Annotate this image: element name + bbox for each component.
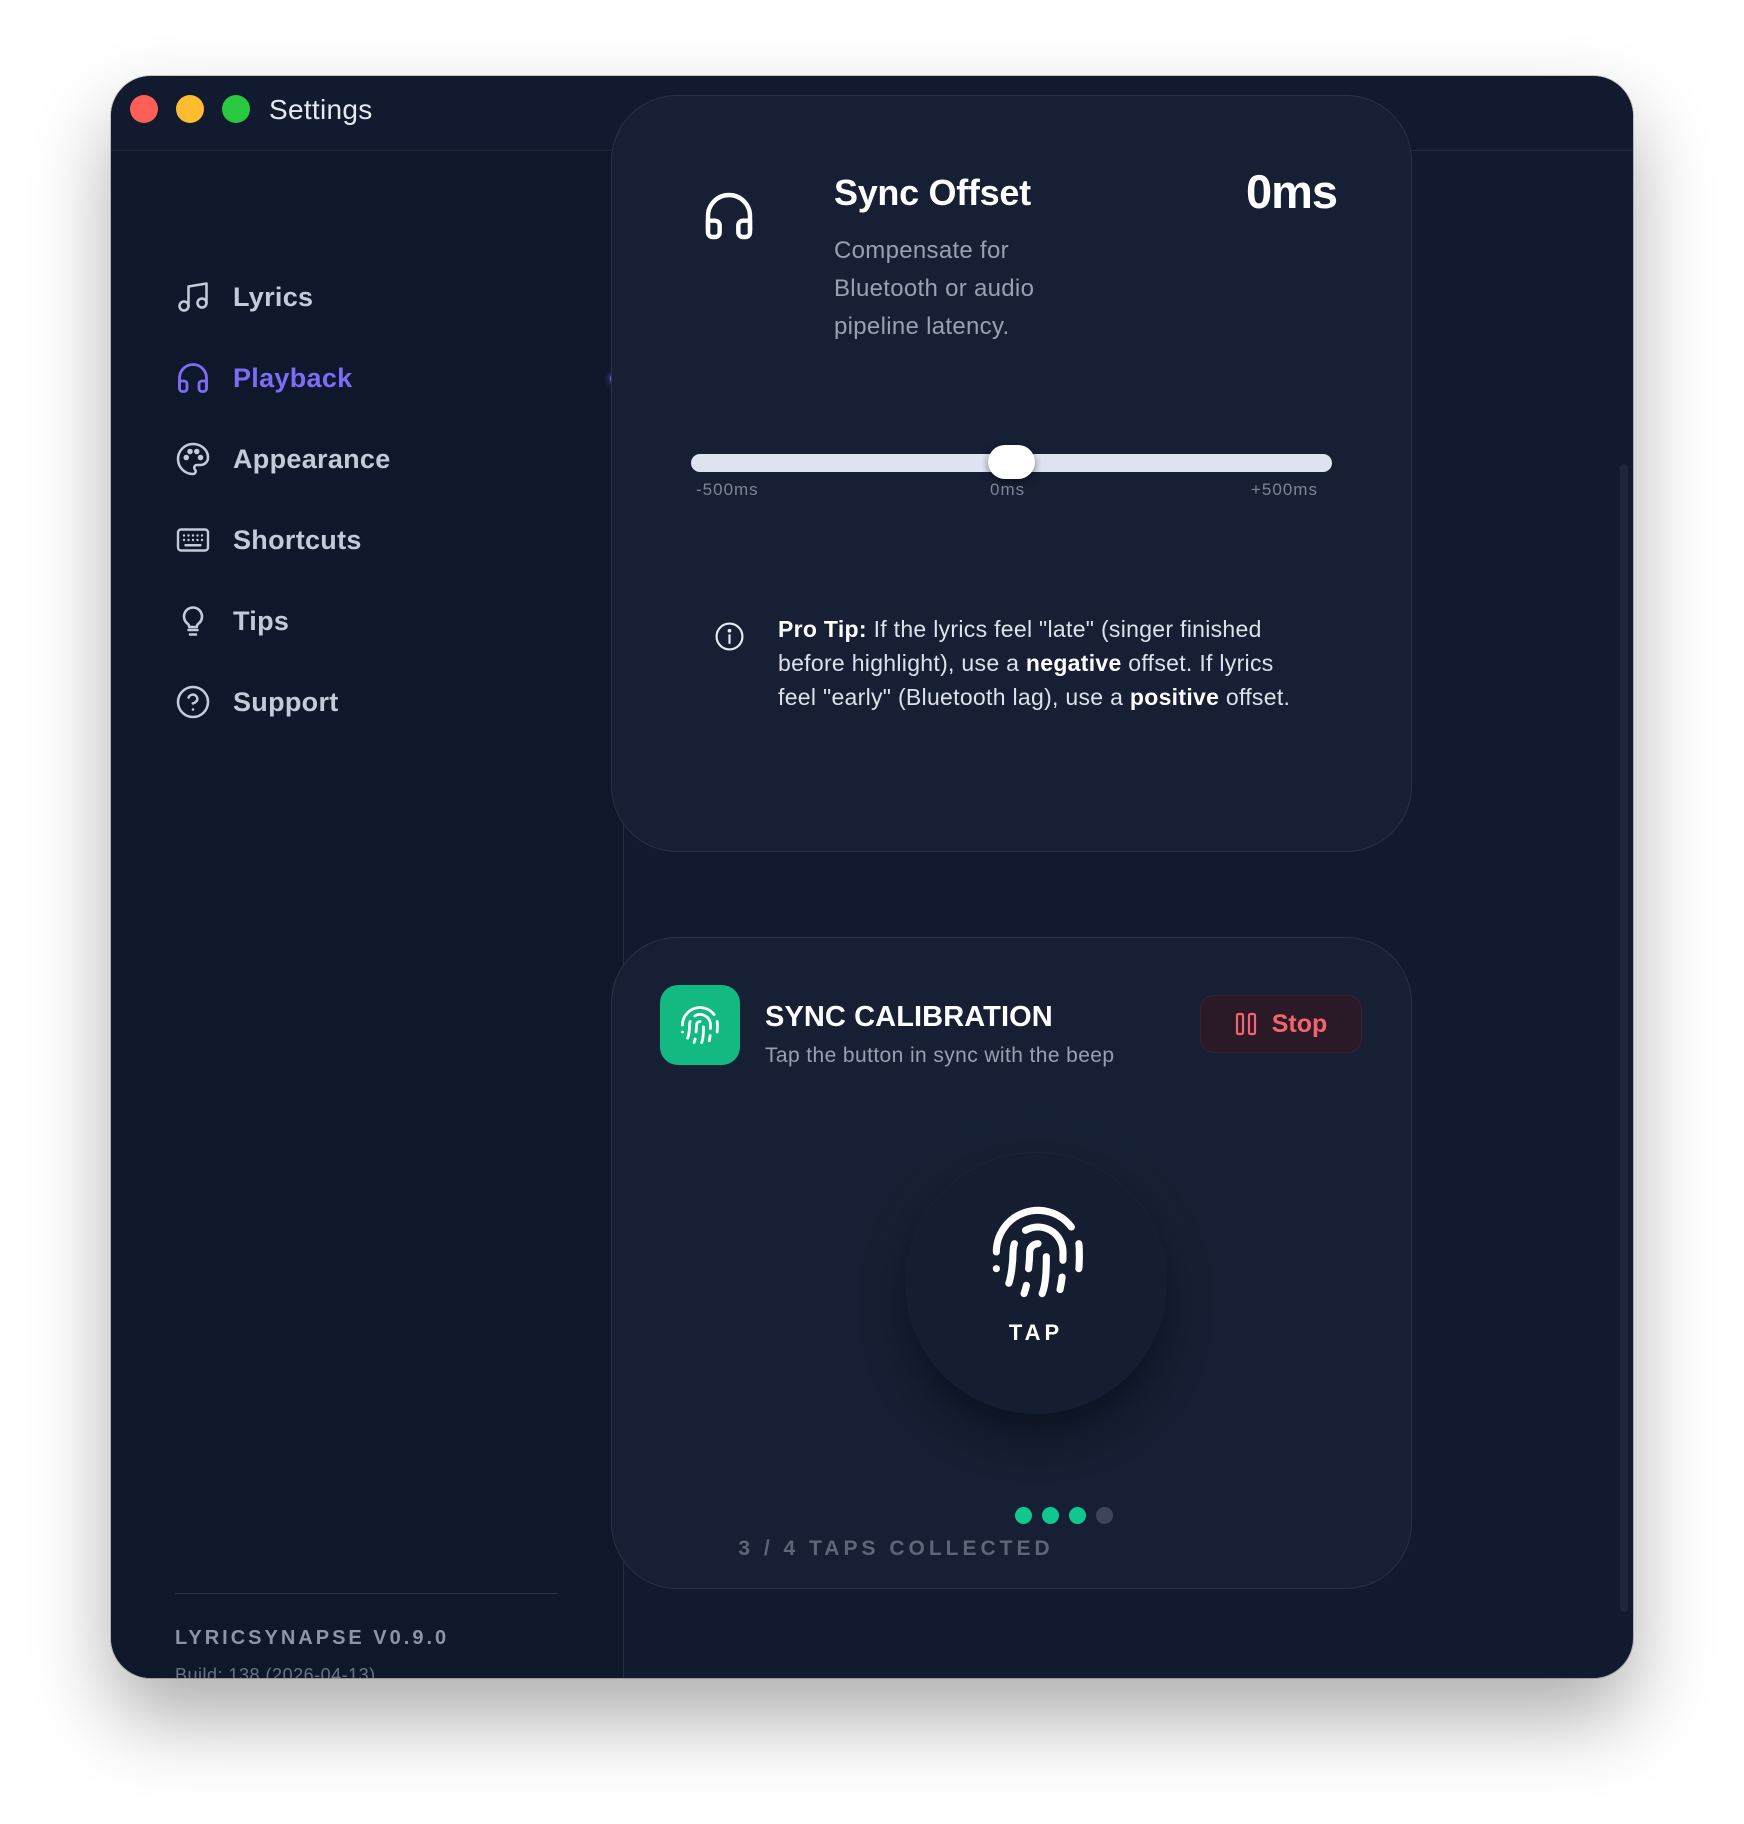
- sidebar-item-label: Tips: [233, 605, 290, 636]
- stop-button[interactable]: Stop: [1200, 995, 1362, 1053]
- tap-button-label: TAP: [1008, 1320, 1064, 1345]
- sidebar-divider: [175, 1593, 558, 1594]
- pro-tip-part: offset.: [1219, 684, 1291, 710]
- sidebar-item-label: Support: [233, 686, 339, 717]
- slider-mid-label: 0ms: [990, 480, 1026, 499]
- info-icon: [715, 622, 744, 651]
- pro-tip-text: Pro Tip: If the lyrics feel "late" (sing…: [778, 612, 1308, 714]
- taps-collected-text: 3 / 4 TAPS COLLECTED: [738, 1537, 1054, 1560]
- calibration-subtitle: Tap the button in sync with the beep: [765, 1044, 1115, 1067]
- close-window-button[interactable]: [130, 95, 158, 123]
- offset-slider-thumb[interactable]: [988, 445, 1035, 479]
- minimize-window-button[interactable]: [176, 95, 204, 123]
- sidebar-item-shortcuts[interactable]: Shortcuts: [175, 515, 565, 565]
- sidebar-item-label: Shortcuts: [233, 524, 362, 555]
- fingerprint-icon: [681, 1006, 719, 1044]
- build-info: Build: 138 (2026-04-13): [175, 1665, 376, 1678]
- sidebar-item-playback[interactable]: Playback: [175, 353, 621, 403]
- sidebar: Lyrics Playback Appearance Shortcuts Tip…: [111, 151, 624, 1678]
- sidebar-item-appearance[interactable]: Appearance: [175, 434, 565, 484]
- sidebar-item-label: Playback: [233, 362, 353, 393]
- music-note-icon: [178, 282, 208, 312]
- calibration-badge: [660, 985, 740, 1065]
- tap-progress-dots: [1015, 1507, 1113, 1524]
- sync-offset-title: Sync Offset: [834, 172, 1031, 213]
- sync-offset-description: Compensate for Bluetooth or audio pipeli…: [834, 237, 1035, 340]
- sidebar-item-label: Lyrics: [233, 281, 314, 312]
- zoom-window-button[interactable]: [222, 95, 250, 123]
- sidebar-item-tips[interactable]: Tips: [175, 596, 565, 646]
- headphones-icon: [705, 192, 753, 240]
- pro-tip-emphasis: positive: [1129, 684, 1220, 710]
- tap-progress-dot: [1015, 1507, 1032, 1524]
- app-version: LYRICSYNAPSE V0.9.0: [175, 1627, 450, 1649]
- pause-icon: [1235, 1012, 1256, 1036]
- sidebar-item-lyrics[interactable]: Lyrics: [175, 272, 565, 322]
- calibration-title: SYNC CALIBRATION: [765, 1001, 1053, 1033]
- pro-tip-prefix: Pro Tip:: [778, 616, 867, 642]
- window-title: Settings: [269, 94, 373, 125]
- sidebar-item-support[interactable]: Support: [175, 677, 565, 727]
- lightbulb-icon: [182, 606, 204, 636]
- tap-progress-dot: [1096, 1507, 1113, 1524]
- tap-button[interactable]: TAP: [905, 1152, 1167, 1414]
- slider-min-label: -500ms: [696, 480, 759, 499]
- palette-icon: [176, 442, 210, 476]
- headphones-icon: [178, 363, 208, 393]
- keyboard-icon: [176, 528, 210, 552]
- sync-offset-value: 0ms: [1246, 165, 1338, 218]
- fingerprint-icon: [992, 1206, 1083, 1298]
- pro-tip-emphasis: negative: [1025, 650, 1122, 676]
- tap-progress-dot: [1042, 1507, 1059, 1524]
- tap-progress-dot: [1069, 1507, 1086, 1524]
- sidebar-item-label: Appearance: [233, 443, 391, 474]
- content-scrollbar[interactable]: [1620, 464, 1628, 1612]
- stop-button-label: Stop: [1271, 1009, 1328, 1038]
- slider-max-label: +500ms: [1251, 480, 1318, 499]
- help-circle-icon: [176, 685, 210, 719]
